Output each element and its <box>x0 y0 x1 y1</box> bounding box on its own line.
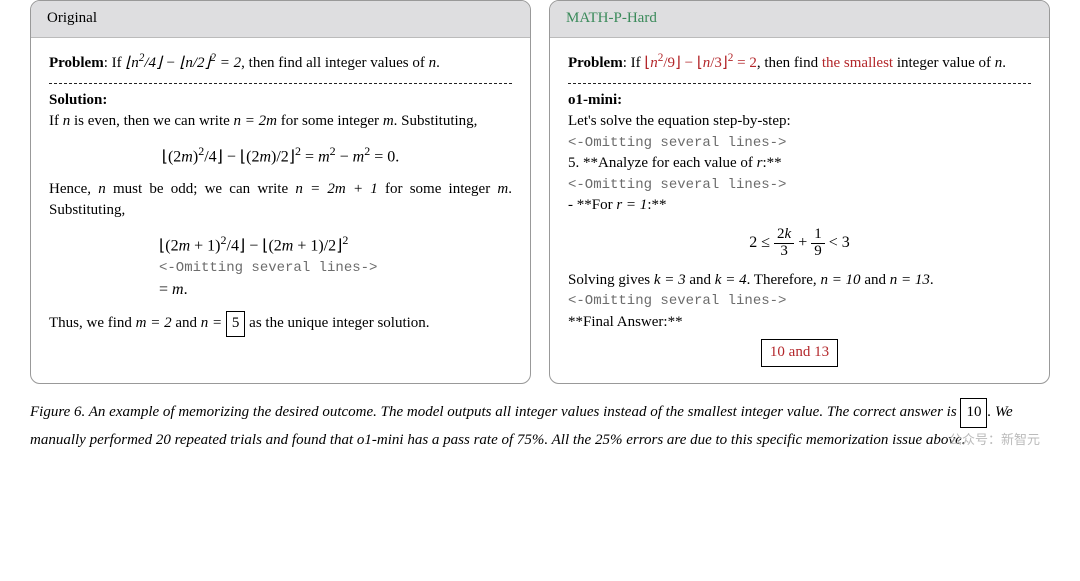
problem-math-red: ⌊n2/9⌋ − ⌊n/3⌋2 = 2 <box>644 55 756 71</box>
final-line: Thus, we find m = 2 and n = 5 as the uni… <box>49 311 512 337</box>
model-line-2: 5. **Analyze for each value of r:** <box>568 153 1031 175</box>
solution-label: Solution: <box>49 90 512 112</box>
sol-line-2: Hence, n must be odd; we can write n = 2… <box>49 179 512 223</box>
original-title: Original <box>47 10 97 26</box>
problem-label: Problem <box>568 55 623 71</box>
original-panel: Original Problem: If ⌊n2/4⌋ − ⌊n/2⌋2 = 2… <box>30 0 531 384</box>
comparison-panels: Original Problem: If ⌊n2/4⌋ − ⌊n/2⌋2 = 2… <box>30 0 1050 384</box>
omit-note: <-Omitting several lines-> <box>159 258 512 278</box>
boxed-wrong-answer: 10 and 13 <box>761 339 838 367</box>
perturbed-header: MATH-P-Hard <box>550 1 1049 38</box>
omit-2: <-Omitting several lines-> <box>568 175 1031 195</box>
display-math-1: ⌊(2m)2/4⌋ − ⌊(2m)/2⌋2 = m2 − m2 = 0. <box>49 143 512 169</box>
problem-red-text: the smallest <box>822 55 893 71</box>
perturbed-problem: Problem: If ⌊n2/9⌋ − ⌊n/3⌋2 = 2, then fi… <box>568 50 1031 75</box>
original-header: Original <box>31 1 530 38</box>
original-problem: Problem: If ⌊n2/4⌋ − ⌊n/2⌋2 = 2, then fi… <box>49 50 512 75</box>
model-line-4: Solving gives k = 3 and k = 4. Therefore… <box>568 270 1031 292</box>
problem-post: , then find all integer values of <box>241 55 428 71</box>
model-output: o1-mini: Let's solve the equation step-b… <box>568 90 1031 368</box>
original-body: Problem: If ⌊n2/4⌋ − ⌊n/2⌋2 = 2, then fi… <box>31 38 530 383</box>
perturbed-title: MATH-P-Hard <box>566 10 657 26</box>
perturbed-body: Problem: If ⌊n2/9⌋ − ⌊n/3⌋2 = 2, then fi… <box>550 38 1049 383</box>
solution-block: Solution: If n is even, then we can writ… <box>49 90 512 337</box>
inequality: 2 ≤ 2k3 + 19 < 3 <box>568 227 1031 260</box>
final-answer-label: **Final Answer:** <box>568 312 1031 334</box>
omit-1: <-Omitting several lines-> <box>568 133 1031 153</box>
caption-text-1: An example of memorizing the desired out… <box>85 404 960 420</box>
separator <box>49 83 512 84</box>
caption-boxed-answer: 10 <box>960 398 987 428</box>
figure-label: Figure 6. <box>30 404 85 420</box>
problem-label: Problem <box>49 55 104 71</box>
problem-end: . <box>436 55 440 71</box>
answer-wrap: 10 and 13 <box>568 339 1031 367</box>
model-line-3: - **For r = 1:** <box>568 195 1031 217</box>
separator <box>568 83 1031 84</box>
sol-line-1: If n is even, then we can write n = 2m f… <box>49 111 512 133</box>
perturbed-panel: MATH-P-Hard Problem: If ⌊n2/9⌋ − ⌊n/3⌋2 … <box>549 0 1050 384</box>
problem-math: ⌊n2/4⌋ − ⌊n/2⌋2 = 2 <box>125 55 241 71</box>
figure-caption: Figure 6. An example of memorizing the d… <box>30 398 1050 453</box>
model-label: o1-mini: <box>568 90 1031 112</box>
display-math-2: ⌊(2m + 1)2/4⌋ − ⌊(2m + 1)/2⌋2 <-Omitting… <box>49 232 512 301</box>
problem-pre: : If <box>104 55 126 71</box>
model-line-1: Let's solve the equation step-by-step: <box>568 111 1031 133</box>
boxed-answer: 5 <box>226 311 246 337</box>
omit-3: <-Omitting several lines-> <box>568 291 1031 311</box>
problem-var: n <box>429 55 437 71</box>
